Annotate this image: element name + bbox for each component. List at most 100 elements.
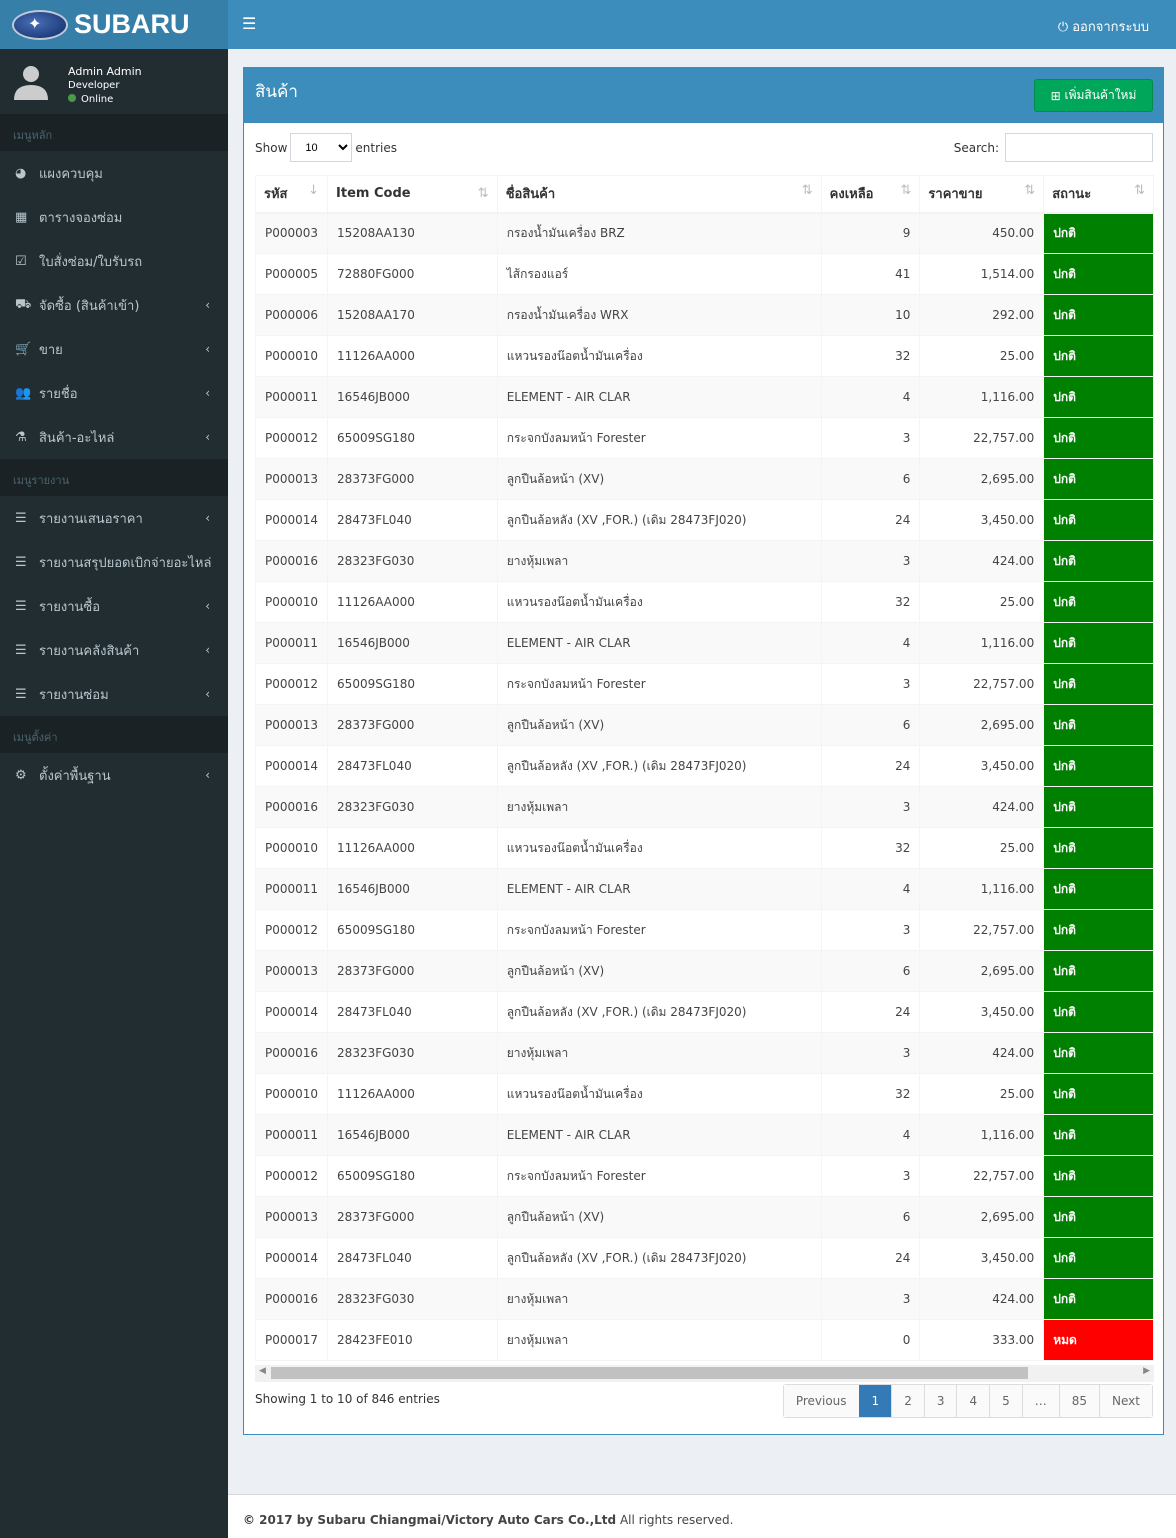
horizontal-scrollbar[interactable]: ◀ ▶ xyxy=(255,1365,1154,1382)
column-header[interactable]: ชื่อสินค้า ⇅ xyxy=(496,175,822,214)
table-cell: ยางหุ้มเพลา xyxy=(496,1032,822,1074)
search-input[interactable] xyxy=(1005,133,1153,162)
table-row[interactable]: P000016 28323FG030 ยางหุ้มเพลา 3 424.00 ปกติ xyxy=(254,1278,1154,1320)
sidebar-item[interactable]: ⚗ สินค้า-อะไหล่ ‹ xyxy=(0,415,228,459)
sidebar-item[interactable]: ▦ ตารางจองซ่อม xyxy=(0,195,228,239)
column-header[interactable]: รหัส ↓ xyxy=(254,175,329,214)
list-icon: ☰ xyxy=(15,642,27,658)
sidebar-item[interactable]: ☰ รายงานซ่อม ‹ xyxy=(0,672,228,716)
scrollbar-thumb[interactable] xyxy=(271,1367,1028,1379)
table-row[interactable]: P000013 28373FG000 ลูกปืนล้อหน้า (XV) 6 2,69… xyxy=(254,704,1154,746)
table-row[interactable]: P000010 11126AA000 แหวนรองน๊อตน้ำมันเครื่อ… xyxy=(254,1073,1154,1115)
scroll-right-icon[interactable]: ▶ xyxy=(1143,1366,1150,1376)
table-cell: ยางหุ้มเพลา xyxy=(496,1319,822,1361)
column-header[interactable]: Item Code ⇅ xyxy=(327,175,498,214)
table-row[interactable]: P000003 15208AA130 กรองน้ำมันเครื่อง BRZ 9 4… xyxy=(254,212,1154,254)
flask-icon: ⚗ xyxy=(15,429,27,445)
logout-button[interactable]: ⏻ ออกจากระบบ xyxy=(1058,16,1149,37)
sort-icon[interactable]: ⇅ xyxy=(901,183,912,198)
column-header[interactable]: ราคาขาย ⇅ xyxy=(919,175,1045,214)
table-cell: 4 xyxy=(820,376,921,418)
page-button[interactable]: 85 xyxy=(1058,1385,1100,1417)
table-cell: 11126AA000 xyxy=(327,1073,498,1115)
sort-icon[interactable]: ⇅ xyxy=(802,183,813,198)
page-button[interactable]: 1 xyxy=(858,1385,892,1417)
table-row[interactable]: P000011 16546JB000 ELEMENT - AIR CLAR 4 1,11… xyxy=(254,622,1154,664)
table-row[interactable]: P000012 65009SG180 กระจกบังลมหน้า Forester… xyxy=(254,417,1154,459)
page-button[interactable]: 4 xyxy=(956,1385,990,1417)
table-row[interactable]: P000017 28423FE010 ยางหุ้มเพลา 0 333.00 หมด xyxy=(254,1319,1154,1361)
table-cell: P000011 xyxy=(254,868,329,910)
table-row[interactable]: P000011 16546JB000 ELEMENT - AIR CLAR 4 1,11… xyxy=(254,376,1154,418)
add-product-button[interactable]: ⊞ เพิ่มสินค้าใหม่ xyxy=(1034,79,1153,112)
table-cell: 2,695.00 xyxy=(919,704,1045,746)
sidebar-item[interactable]: ☰ รายงานเสนอราคา ‹ xyxy=(0,496,228,540)
box-header: สินค้า ⊞ เพิ่มสินค้าใหม่ xyxy=(244,68,1163,123)
sidebar-item[interactable]: ☰ รายงานคลังสินค้า ‹ xyxy=(0,628,228,672)
table-row[interactable]: P000013 28373FG000 ลูกปืนล้อหน้า (XV) 6 2,69… xyxy=(254,950,1154,992)
table-row[interactable]: P000012 65009SG180 กระจกบังลมหน้า Forester… xyxy=(254,909,1154,951)
sidebar-item-label: ขาย xyxy=(39,342,63,358)
table-row[interactable]: P000014 28473FL040 ลูกปืนล้อหลัง (XV ,FOR.… xyxy=(254,991,1154,1033)
table-row[interactable]: P000014 28473FL040 ลูกปืนล้อหลัง (XV ,FOR.… xyxy=(254,745,1154,787)
sidebar-item[interactable]: ⛟ จัดซื้อ (สินค้าเข้า) ‹ xyxy=(0,283,228,327)
scroll-left-icon[interactable]: ◀ xyxy=(259,1366,266,1376)
table-cell: ELEMENT - AIR CLAR xyxy=(496,868,822,910)
table-cell: ลูกปืนล้อหน้า (XV) xyxy=(496,458,822,500)
sidebar-item[interactable]: 👥 รายชื่อ ‹ xyxy=(0,371,228,415)
table-row[interactable]: P000006 15208AA170 กรองน้ำมันเครื่อง WRX 10… xyxy=(254,294,1154,336)
entries-length-select[interactable]: 10 xyxy=(290,133,353,162)
sort-icon[interactable]: ⇅ xyxy=(478,186,489,201)
table-cell: กระจกบังลมหน้า Forester xyxy=(496,417,822,459)
chevron-left-icon: ‹ xyxy=(205,768,210,782)
sidebar-item[interactable]: ☰ รายงานซื้อ ‹ xyxy=(0,584,228,628)
table-row[interactable]: P000010 11126AA000 แหวนรองน๊อตน้ำมันเครื่อ… xyxy=(254,581,1154,623)
table-cell: 2,695.00 xyxy=(919,950,1045,992)
sort-icon[interactable]: ⇅ xyxy=(1134,183,1145,198)
table-cell: 10 xyxy=(820,294,921,336)
table-row[interactable]: P000016 28323FG030 ยางหุ้มเพลา 3 424.00 ปกติ xyxy=(254,786,1154,828)
sidebar-item[interactable]: ☰ รายงานสรุปยอดเบิกจ่ายอะไหล่ xyxy=(0,540,228,584)
table-row[interactable]: P000014 28473FL040 ลูกปืนล้อหลัง (XV ,FOR.… xyxy=(254,1237,1154,1279)
page-button[interactable]: 3 xyxy=(923,1385,957,1417)
page-button[interactable]: Previous xyxy=(783,1385,859,1417)
sidebar-item[interactable]: ◕ แผงควบคุม xyxy=(0,151,228,195)
table-cell: 16546JB000 xyxy=(327,376,498,418)
table-cell: P000012 xyxy=(254,1155,329,1197)
table-row[interactable]: P000011 16546JB000 ELEMENT - AIR CLAR 4 1,11… xyxy=(254,1114,1154,1156)
table-row[interactable]: P000010 11126AA000 แหวนรองน๊อตน้ำมันเครื่อ… xyxy=(254,335,1154,377)
sidebar-item[interactable]: ☑ ใบสั่งซ่อม/ใบรับรถ xyxy=(0,239,228,283)
brand-logo[interactable]: SUBARU xyxy=(0,0,228,49)
table-cell: 6 xyxy=(820,704,921,746)
table-row[interactable]: P000012 65009SG180 กระจกบังลมหน้า Forester… xyxy=(254,663,1154,705)
table-cell: 4 xyxy=(820,868,921,910)
table-cell: ลูกปืนล้อหลัง (XV ,FOR.) (เดิม 28473FJ02… xyxy=(496,1237,822,1279)
table-row[interactable]: P000013 28373FG000 ลูกปืนล้อหน้า (XV) 6 2,69… xyxy=(254,458,1154,500)
table-cell: P000011 xyxy=(254,622,329,664)
sidebar-item[interactable]: 🛒 ขาย ‹ xyxy=(0,327,228,371)
column-header[interactable]: คงเหลือ ⇅ xyxy=(820,175,921,214)
sidebar-item-label: แผงควบคุม xyxy=(39,166,103,182)
sort-icon[interactable]: ⇅ xyxy=(1024,183,1035,198)
table-row[interactable]: P000012 65009SG180 กระจกบังลมหน้า Forester… xyxy=(254,1155,1154,1197)
page-button[interactable]: Next xyxy=(1099,1385,1152,1417)
table-cell: 1,116.00 xyxy=(919,622,1045,664)
table-row[interactable]: P000011 16546JB000 ELEMENT - AIR CLAR 4 1,11… xyxy=(254,868,1154,910)
table-row[interactable]: P000013 28373FG000 ลูกปืนล้อหน้า (XV) 6 2,69… xyxy=(254,1196,1154,1238)
sidebar-item[interactable]: ⚙ ตั้งค่าพื้นฐาน ‹ xyxy=(0,753,228,797)
status-badge: ปกติ xyxy=(1043,663,1154,705)
table-row[interactable]: P000016 28323FG030 ยางหุ้มเพลา 3 424.00 ปกติ xyxy=(254,1032,1154,1074)
page-button[interactable]: 5 xyxy=(989,1385,1022,1417)
table-row[interactable]: P000010 11126AA000 แหวนรองน๊อตน้ำมันเครื่อ… xyxy=(254,827,1154,869)
sidebar-item-label: รายงานคลังสินค้า xyxy=(39,643,140,659)
table-cell: 3 xyxy=(820,540,921,582)
table-row[interactable]: P000005 72880FG000 ไส้กรองแอร์ 41 1,514.00 ปก… xyxy=(254,253,1154,295)
page-button[interactable]: 2 xyxy=(891,1385,924,1417)
column-header[interactable]: สถานะ ⇅ xyxy=(1043,175,1154,214)
page-button[interactable]: … xyxy=(1021,1385,1059,1417)
menu-toggle-icon[interactable]: ☰ xyxy=(242,14,256,33)
table-row[interactable]: P000016 28323FG030 ยางหุ้มเพลา 3 424.00 ปกติ xyxy=(254,540,1154,582)
entries-label: entries xyxy=(355,140,397,155)
sort-icon[interactable]: ↓ xyxy=(308,183,319,198)
table-row[interactable]: P000014 28473FL040 ลูกปืนล้อหลัง (XV ,FOR.… xyxy=(254,499,1154,541)
